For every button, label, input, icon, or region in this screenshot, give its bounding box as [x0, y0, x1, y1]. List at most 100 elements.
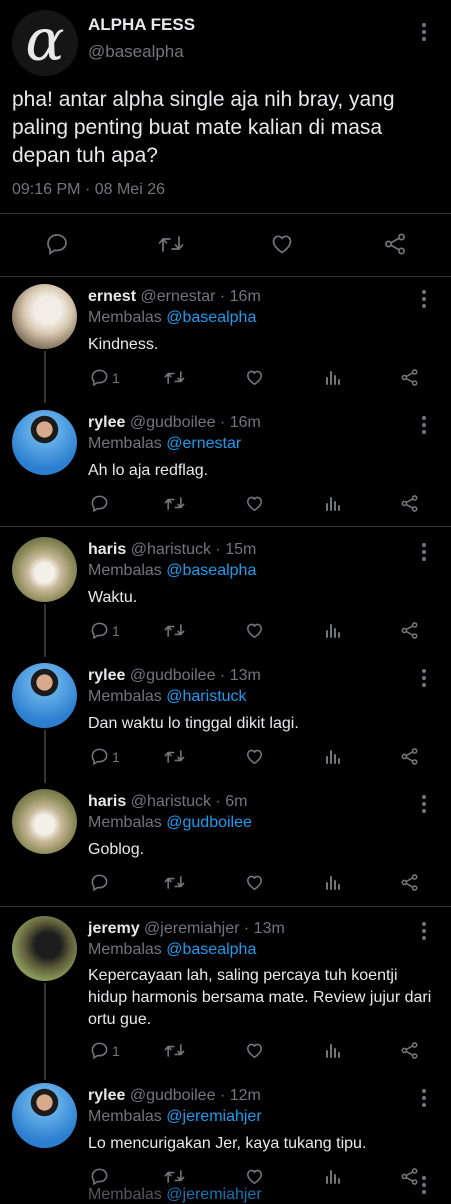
more-options-icon[interactable] [421, 795, 427, 816]
reply-author-name[interactable]: jeremy [88, 920, 140, 937]
reply-header: ernest @ernestar · 16m [88, 288, 261, 305]
analytics-button[interactable] [325, 873, 343, 892]
reply-button[interactable]: 1 [90, 368, 120, 387]
more-options-icon[interactable] [421, 1089, 427, 1110]
like-button[interactable] [245, 494, 264, 513]
avatar[interactable] [12, 663, 77, 728]
reply-author-name[interactable]: rylee [88, 414, 125, 431]
retweet-icon [164, 1167, 185, 1186]
reply-author-handle[interactable]: @haristuck [131, 541, 211, 558]
like-icon[interactable] [270, 232, 294, 256]
analytics-button[interactable] [325, 747, 343, 766]
like-button[interactable] [245, 368, 264, 387]
retweet-icon [164, 1041, 185, 1060]
retweet-button[interactable] [164, 368, 185, 387]
reply-button[interactable] [90, 1167, 112, 1186]
reply-author-name[interactable]: rylee [88, 667, 125, 684]
analytics-button[interactable] [325, 1167, 343, 1186]
share-button[interactable] [400, 873, 419, 892]
mention-link[interactable]: @basealpha [166, 309, 256, 326]
retweet-button[interactable] [164, 873, 185, 892]
like-button[interactable] [245, 1041, 264, 1060]
retweet-button[interactable] [164, 1167, 185, 1186]
avatar[interactable] [12, 1083, 77, 1148]
analytics-button[interactable] [325, 494, 343, 513]
like-button[interactable] [245, 621, 264, 640]
share-button[interactable] [400, 1167, 419, 1186]
retweet-button[interactable] [164, 621, 185, 640]
reply-button[interactable] [90, 494, 112, 513]
reply-author-name[interactable]: ernest [88, 288, 136, 305]
reply-button[interactable]: 1 [90, 747, 120, 766]
mention-link[interactable]: @basealpha [166, 941, 256, 958]
reply-button[interactable]: 1 [90, 1041, 120, 1060]
reply-author-name[interactable]: haris [88, 541, 126, 558]
share-button[interactable] [400, 368, 419, 387]
mention-link[interactable]: @jeremiahjer [166, 1108, 261, 1125]
reply-count: 1 [112, 622, 120, 639]
avatar[interactable] [12, 284, 77, 349]
more-options-icon[interactable] [421, 290, 427, 311]
reply-author-handle[interactable]: @gudboilee [130, 667, 216, 684]
replying-to: Membalas @basealpha [88, 562, 256, 580]
divider [0, 276, 451, 277]
like-button[interactable] [245, 747, 264, 766]
reply-author-handle[interactable]: @jeremiahjer [144, 920, 239, 937]
avatar[interactable] [12, 537, 77, 602]
retweet-button[interactable] [164, 747, 185, 766]
reply-author-name[interactable]: haris [88, 793, 126, 810]
retweet-button[interactable] [164, 1041, 185, 1060]
avatar[interactable] [12, 789, 77, 854]
more-options-icon[interactable] [421, 23, 427, 44]
replying-to: Membalas @ernestar [88, 435, 241, 453]
account-avatar[interactable]: α [12, 10, 78, 76]
analytics-button[interactable] [325, 1041, 343, 1060]
reply-author-handle[interactable]: @gudboilee [130, 1087, 216, 1104]
avatar[interactable] [12, 916, 77, 981]
reply-icon [90, 621, 109, 640]
user-handle[interactable]: @basealpha [88, 42, 184, 62]
reply-button[interactable] [90, 873, 112, 892]
reply-icon[interactable] [45, 232, 69, 256]
like-button[interactable] [245, 873, 264, 892]
analytics-button[interactable] [325, 621, 343, 640]
reply-author-handle[interactable]: @haristuck [131, 793, 211, 810]
share-button[interactable] [400, 747, 419, 766]
retweet-icon[interactable] [158, 232, 184, 256]
share-icon [400, 873, 419, 892]
retweet-button[interactable] [164, 494, 185, 513]
reply-button[interactable]: 1 [90, 621, 120, 640]
more-options-icon[interactable] [421, 669, 427, 690]
share-icon [400, 368, 419, 387]
more-options-icon[interactable] [421, 543, 427, 564]
tweet-text: pha! antar alpha single aja nih bray, ya… [12, 88, 395, 167]
mention-link[interactable]: @basealpha [166, 562, 256, 579]
tweet-action-bar [0, 214, 451, 274]
reply-action-bar [88, 1167, 433, 1189]
avatar[interactable] [12, 410, 77, 475]
mention-link[interactable]: @ernestar [166, 435, 241, 452]
reply-action-bar: 1 [88, 621, 433, 643]
tweet-date: 08 Mei 26 [94, 181, 165, 198]
reply-text: Lo mencurigakan Jer, kaya tukang tipu. [88, 1135, 367, 1152]
mention-link[interactable]: @gudboilee [166, 814, 252, 831]
reply-author-handle[interactable]: @gudboilee [130, 414, 216, 431]
share-button[interactable] [400, 494, 419, 513]
share-icon[interactable] [383, 232, 407, 256]
reply-text: Dan waktu lo tinggal dikit lagi. [88, 715, 299, 732]
analytics-button[interactable] [325, 368, 343, 387]
like-button[interactable] [245, 1167, 264, 1186]
reply-count: 1 [112, 369, 120, 386]
share-button[interactable] [400, 1041, 419, 1060]
mention-link[interactable]: @haristuck [166, 688, 246, 705]
reply-author-name[interactable]: rylee [88, 1087, 125, 1104]
display-name[interactable]: ALPHA FESS [88, 15, 195, 35]
more-options-icon[interactable] [421, 922, 427, 943]
share-button[interactable] [400, 621, 419, 640]
tweet-time: 09:16 PM [12, 181, 81, 198]
reply-author-handle[interactable]: @ernestar [140, 288, 215, 305]
replying-to: Membalas @basealpha [88, 941, 256, 959]
reply-header: rylee @gudboilee · 12m [88, 1087, 261, 1104]
more-options-icon[interactable] [421, 416, 427, 437]
analytics-icon [325, 747, 343, 766]
